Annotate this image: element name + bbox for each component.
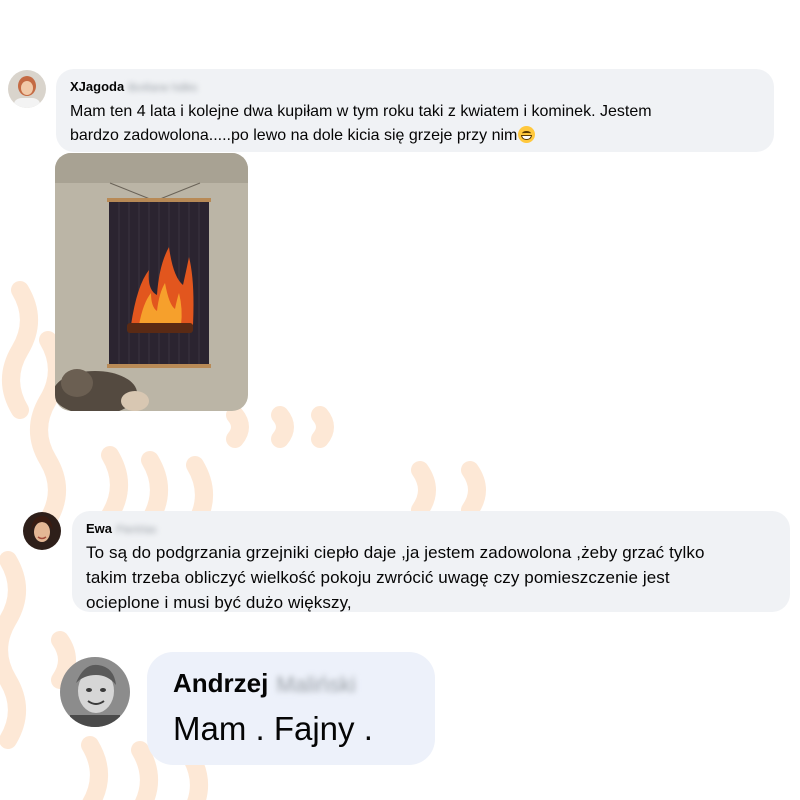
comment-text: To są do podgrzania grzejniki ciepło daj… — [86, 543, 705, 612]
author-name[interactable]: Ewa — [86, 521, 112, 536]
grinning-face-emoji-icon — [518, 126, 536, 143]
comment-bubble-xjagoda: XJagoda Bo4lane hdiks Mam ten 4 lata i ko… — [56, 69, 774, 152]
comment-text: Mam ten 4 lata i kolejne dwa kupiłam w t… — [70, 103, 652, 144]
author-surname-blurred[interactable]: Bo4lane hdiks — [128, 82, 197, 94]
comment-text: Mam . Fajny . — [173, 710, 373, 747]
comment-bubble-ewa: Ewa Piertrlas To są do podgrzania grzejni… — [72, 511, 790, 612]
comment-bubble-andrzej: Andrzej Maliński Mam . Fajny . — [147, 652, 435, 765]
avatar-xjagoda[interactable] — [8, 70, 46, 108]
author-surname-blurred[interactable]: Maliński — [276, 672, 355, 698]
author-name[interactable]: Andrzej — [173, 668, 268, 699]
comment-photo-heater-panel[interactable] — [55, 153, 248, 411]
avatar-andrzej[interactable] — [60, 657, 130, 727]
avatar-ewa[interactable] — [23, 512, 61, 550]
author-surname-blurred[interactable]: Piertrlas — [116, 524, 156, 536]
author-name[interactable]: XJagoda — [70, 79, 124, 94]
